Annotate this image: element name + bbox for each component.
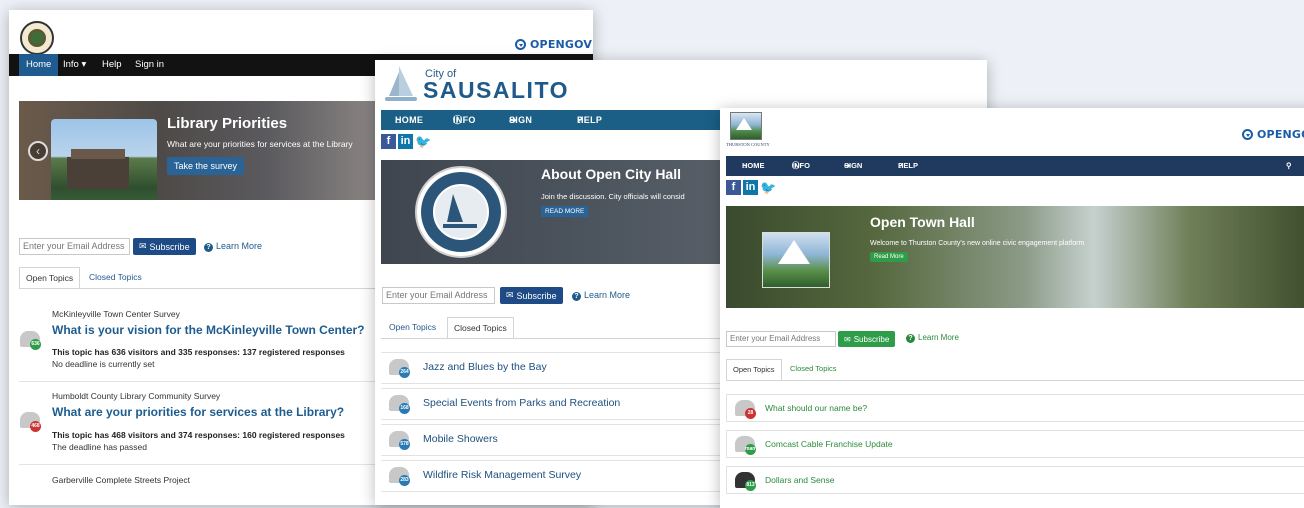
- tab-open-topics[interactable]: Open Topics: [19, 267, 81, 289]
- social-links: f in 🐦: [381, 134, 431, 149]
- visitor-count-badge: 813: [745, 480, 756, 491]
- hero-banner-town-hall: Open Town Hall Welcome to Thurston Count…: [726, 206, 1304, 308]
- social-links: f in 🐦: [726, 180, 776, 195]
- city-name-logo[interactable]: SAUSALITO: [423, 77, 569, 104]
- visitor-count-badge: 264: [399, 367, 410, 378]
- opengov-icon: [1242, 129, 1253, 140]
- nav-info[interactable]: Info ▾: [63, 54, 86, 76]
- topic-type: Humboldt County Library Community Survey: [52, 391, 221, 401]
- hero-subtitle: Join the discussion. City officials will…: [541, 192, 685, 201]
- question-icon: ?: [572, 292, 581, 301]
- opengov-logo[interactable]: OPENGOV: [1242, 128, 1304, 141]
- tab-closed-topics[interactable]: Closed Topics: [447, 317, 514, 339]
- county-logo[interactable]: THURSTON COUNTY: [726, 112, 778, 152]
- tab-closed-topics[interactable]: Closed Topics: [83, 267, 148, 289]
- hero-photo: [51, 119, 157, 200]
- tab-divider: [19, 288, 375, 289]
- facebook-icon[interactable]: f: [726, 180, 741, 195]
- opengov-logo[interactable]: OPENGOV: [515, 38, 592, 51]
- hero-subtitle: What are your priorities for services at…: [167, 139, 353, 149]
- divider: [19, 381, 375, 382]
- nav-bar-thurston: ⌂ HOME ⓘ INFO ▾ ➜ SIGN IN ? HELP ⚲: [726, 156, 1304, 190]
- linkedin-icon[interactable]: in: [398, 134, 413, 149]
- nav-sign-in[interactable]: Sign in: [135, 54, 164, 76]
- tab-open-topics[interactable]: Open Topics: [726, 359, 782, 381]
- visitor-count-badge: 578: [399, 439, 410, 450]
- topic-title-link[interactable]: Comcast Cable Franchise Update: [765, 439, 893, 449]
- tab-divider: [726, 380, 1304, 381]
- email-input[interactable]: Enter your Email Address: [19, 238, 130, 255]
- question-icon: ?: [204, 243, 213, 252]
- topic-title-link[interactable]: Mobile Showers: [423, 433, 498, 445]
- subscribe-button[interactable]: ✉ Subscribe: [133, 238, 196, 255]
- visitor-count-badge: many: [745, 444, 758, 455]
- visitor-count-badge: 168: [399, 403, 410, 414]
- linkedin-icon[interactable]: in: [743, 180, 758, 195]
- topic-title-link[interactable]: Special Events from Parks and Recreation: [423, 397, 620, 409]
- carousel-prev-button[interactable]: ‹: [28, 141, 48, 161]
- topic-deadline: No deadline is currently set: [52, 359, 155, 369]
- twitter-icon[interactable]: 🐦: [760, 180, 776, 195]
- list-item[interactable]: 813 Dollars and Sense: [726, 466, 1304, 494]
- subscribe-button[interactable]: ✉ Subscribe: [838, 331, 896, 347]
- hero-logo-graphic: [762, 232, 830, 288]
- topic-type: Garberville Complete Streets Project: [52, 475, 190, 485]
- hero-title: Library Priorities: [167, 115, 288, 132]
- read-more-button[interactable]: READ MORE: [541, 206, 589, 217]
- read-more-button[interactable]: Read More: [870, 252, 908, 262]
- hero-subtitle: Welcome to Thurston County's new online …: [870, 240, 1085, 247]
- visitor-count-badge: 28: [745, 408, 756, 419]
- learn-more-link[interactable]: ? Learn More: [204, 241, 262, 252]
- city-seal: [415, 166, 507, 258]
- topic-title-link[interactable]: What should our name be?: [765, 403, 867, 413]
- divider: [19, 464, 375, 465]
- envelope-icon: ✉: [506, 290, 514, 300]
- take-survey-button[interactable]: Take the survey: [167, 157, 245, 175]
- list-item[interactable]: many Comcast Cable Franchise Update: [726, 430, 1304, 458]
- topic-type: McKinleyville Town Center Survey: [52, 309, 180, 319]
- tab-open-topics[interactable]: Open Topics: [383, 317, 442, 339]
- topic-stats: This topic has 468 visitors and 374 resp…: [52, 430, 345, 440]
- visitor-count-badge: 283: [399, 475, 410, 486]
- email-input[interactable]: Enter your Email Address: [382, 287, 495, 304]
- county-seal-logo[interactable]: [20, 21, 54, 55]
- topic-title-link[interactable]: Dollars and Sense: [765, 475, 834, 485]
- nav-help[interactable]: Help: [102, 54, 122, 76]
- hero-title: About Open City Hall: [541, 166, 681, 182]
- topic-title-link[interactable]: Jazz and Blues by the Bay: [423, 361, 547, 373]
- sailboat-logo-icon[interactable]: [385, 66, 417, 104]
- topic-stats: This topic has 636 visitors and 335 resp…: [52, 347, 345, 357]
- learn-more-link[interactable]: ? Learn More: [906, 333, 959, 343]
- hero-title: Open Town Hall: [870, 214, 975, 230]
- topic-title-link[interactable]: What is your vision for the McKinleyvill…: [52, 323, 365, 337]
- nav-home[interactable]: Home: [19, 54, 59, 76]
- tab-closed-topics[interactable]: Closed Topics: [784, 359, 843, 381]
- opengov-icon: [515, 39, 526, 50]
- hero-banner-library: ‹ Library Priorities What are your prior…: [19, 101, 375, 200]
- question-icon: ?: [906, 334, 915, 343]
- search-icon[interactable]: ⚲: [1286, 156, 1292, 176]
- topic-title-link[interactable]: Wildfire Risk Management Survey: [423, 469, 581, 481]
- visitor-count-badge: 636: [30, 339, 41, 350]
- envelope-icon: ✉: [844, 334, 851, 344]
- window-thurston: THURSTON COUNTY OPENGOV ⌂ HOME ⓘ INFO ▾ …: [720, 108, 1304, 508]
- twitter-icon[interactable]: 🐦: [415, 134, 431, 149]
- topic-title-link[interactable]: What are your priorities for services at…: [52, 405, 344, 419]
- email-input[interactable]: Enter your Email Address: [726, 331, 836, 347]
- visitor-count-badge: 468: [30, 421, 41, 432]
- topic-deadline: The deadline has passed: [52, 442, 147, 452]
- subscribe-button[interactable]: ✉ Subscribe: [500, 287, 563, 304]
- learn-more-link[interactable]: ? Learn More: [572, 290, 630, 301]
- facebook-icon[interactable]: f: [381, 134, 396, 149]
- list-item[interactable]: 28 What should our name be?: [726, 394, 1304, 422]
- envelope-icon: ✉: [139, 241, 147, 251]
